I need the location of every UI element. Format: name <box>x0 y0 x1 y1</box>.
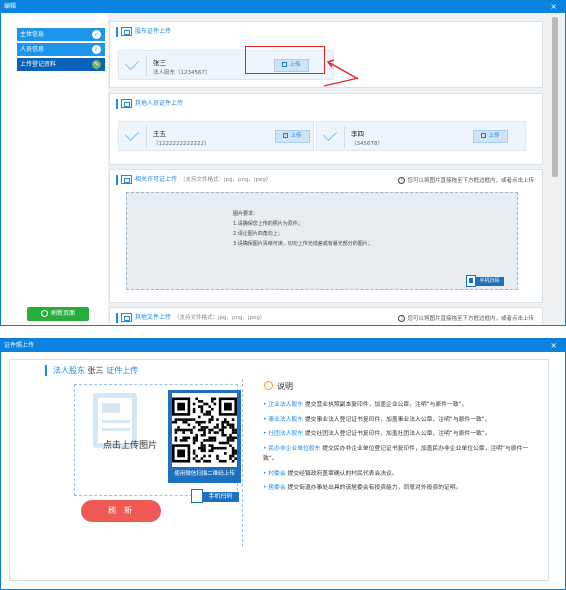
main-content: 股东证件上传 张三 法人股东（1234567） 上传 其他人员证件上传 王五 （… <box>109 13 549 325</box>
sidebar-item-upload-registration[interactable]: 上传登记资料 ✎ <box>17 58 105 71</box>
explanation-item: • 居委会 提交街道办事处出具的该居委会有投资能力，同意对外投资的证明。 <box>263 485 462 491</box>
check-icon <box>124 55 140 71</box>
refresh-icon <box>40 310 48 317</box>
sidebar-item-subject-info[interactable]: 主体信息 ✓ <box>17 28 105 41</box>
explanation-item: • 企业法人股东 提交营业执照副本复印件，加盖企业公章，注明“与原件一致”。 <box>263 402 468 408</box>
upload-doc-icon <box>121 313 132 322</box>
heading-name: 张三 <box>87 366 104 375</box>
photo-upload-label: 点击上传图片 <box>103 441 158 451</box>
upload-dialog-title: 证件照上传 <box>4 342 35 349</box>
sidebar-item-label: 人员信息 <box>20 46 45 53</box>
id-card-icon <box>121 99 132 108</box>
upload-button[interactable]: 上传 <box>275 130 310 143</box>
phone-scan-button[interactable]: 手机扫码 <box>466 275 504 287</box>
refresh-button[interactable]: 刷新 <box>81 500 161 522</box>
person-id: （345678） <box>351 141 383 147</box>
sidebar-item-personnel-info[interactable]: 人员信息 ✓ <box>17 43 105 56</box>
divider <box>242 379 243 547</box>
screenshot-root: 编辑 × 主体信息 ✓ 人员信息 ✓ 上传登记资料 ✎ 刷新页面 股东证件上传 … <box>0 0 566 590</box>
info-icon: ! <box>398 315 406 322</box>
sidebar: 主体信息 ✓ 人员信息 ✓ 上传登记资料 ✎ 刷新页面 <box>1 13 108 325</box>
explanation-item: • 民办非企业单位股东 提交民办非企业单位登记证书复印件，加盖民办非企业单位公章… <box>263 445 529 463</box>
edit-dialog: 编辑 × 主体信息 ✓ 人员信息 ✓ 上传登记资料 ✎ 刷新页面 股东证件上传 … <box>0 0 566 326</box>
qr-code-icon <box>172 393 237 467</box>
check-icon: ✓ <box>92 45 101 54</box>
person-row: 李四 （345678） 上传 <box>316 121 526 151</box>
edit-dialog-title: 编辑 <box>4 3 17 10</box>
close-icon[interactable]: × <box>550 1 557 13</box>
vertical-scrollbar[interactable] <box>551 13 559 313</box>
image-icon <box>481 133 487 138</box>
upload-doc-icon <box>121 175 132 184</box>
drag-hint: ! 您可以将图片直接拖至下方框边框内，或者点击上传 <box>398 314 534 322</box>
person-row: 王五 （1222222222222） 上传 <box>118 121 314 151</box>
section-title: 相关许可证上传 （支持文件格式：jpg、png、jpeg） <box>116 174 271 186</box>
upload-heading: 法人股东 张三 证件上传 <box>45 365 138 377</box>
upload-dialog-titlebar: 证件照上传 × <box>1 339 565 352</box>
section-title: 其他人员证件上传 <box>116 98 183 110</box>
person-name: 张三 <box>153 59 166 67</box>
refresh-page-button[interactable]: 刷新页面 <box>27 307 89 321</box>
check-icon: ✓ <box>92 30 101 39</box>
upload-button[interactable]: 上传 <box>473 130 508 143</box>
id-card-icon <box>121 27 132 36</box>
annotation-highlight-box <box>245 46 325 74</box>
section-title: 股东证件上传 <box>116 26 171 38</box>
drag-hint: ! 您可以将图片直接拖至下方框边框内，或者点击上传 <box>398 176 534 184</box>
license-dropzone[interactable]: 图片要求： 1.请确保您上传的照片为原件； 2.请让图片四角向上； 3.请确保图… <box>126 192 518 290</box>
sidebar-item-label: 上传登记资料 <box>20 61 57 68</box>
heading-suffix: 证件上传 <box>106 366 139 375</box>
wechat-qr-panel: 使用微信扫描二维码上传 <box>168 390 241 483</box>
shareholder-upload-card: 股东证件上传 张三 法人股东（1234567） 上传 <box>109 21 543 88</box>
other-personnel-upload-card: 其他人员证件上传 王五 （1222222222222） 上传 李四 （34567… <box>109 93 543 165</box>
qr-caption: 使用微信扫描二维码上传 <box>174 471 235 477</box>
person-name: 王五 <box>153 130 166 138</box>
close-icon[interactable]: × <box>550 339 557 352</box>
license-upload-card: 相关许可证上传 （支持文件格式：jpg、png、jpeg） ! 您可以将图片直接拖至… <box>109 169 543 303</box>
sidebar-item-label: 主体信息 <box>20 31 45 38</box>
explanation-item: • 事业法人股东 提交事业法人登记证书复印件，加盖事业法人公章，注明“与原件一致… <box>263 416 491 423</box>
explanation-item: • 社团法人股东 提交社团法人登记证书复印件，加盖社团法人公章，注明“与原件一致… <box>263 431 491 437</box>
section-title: 其他文件上传 （支持文件格式：jpg、png、jpeg） <box>116 312 265 324</box>
explanation-title: 说明 <box>264 381 293 392</box>
image-icon <box>283 133 289 138</box>
id-photo-upload-dialog: 证件照上传 × 法人股东 张三 证件上传 点击上传图片 使用微信扫描二维码上传 … <box>0 338 566 590</box>
other-files-upload-card: 其他文件上传 （支持文件格式：jpg、png、jpeg） ! 您可以将图片直接拖至下… <box>109 307 543 325</box>
person-id: （1222222222222） <box>153 141 210 147</box>
explanation-item: • 村委会 提交经镇政府盖章确认的村民代表会决议。 <box>263 470 398 477</box>
edit-icon: ✎ <box>92 60 101 69</box>
heading-role: 法人股东 <box>53 366 85 375</box>
refresh-page-label: 刷新页面 <box>50 310 75 317</box>
person-name: 李四 <box>351 130 364 138</box>
image-requirements: 图片要求： 1.请确保您上传的照片为原件； 2.请让图片四角向上； 3.请确保图… <box>233 211 373 247</box>
phone-scan-button[interactable]: 手机扫码 <box>191 489 239 503</box>
explanation-list: • 企业法人股东 提交营业执照副本复印件，加盖企业公章，注明“与原件一致”。 •… <box>263 400 533 498</box>
edit-dialog-titlebar: 编辑 × <box>1 1 565 13</box>
info-icon: ! <box>398 177 406 184</box>
lightbulb-icon <box>264 381 273 390</box>
check-icon <box>124 126 140 142</box>
scrollbar-thumb[interactable] <box>552 17 558 177</box>
check-icon <box>322 126 338 142</box>
person-role: 法人股东（1234567） <box>153 70 211 76</box>
